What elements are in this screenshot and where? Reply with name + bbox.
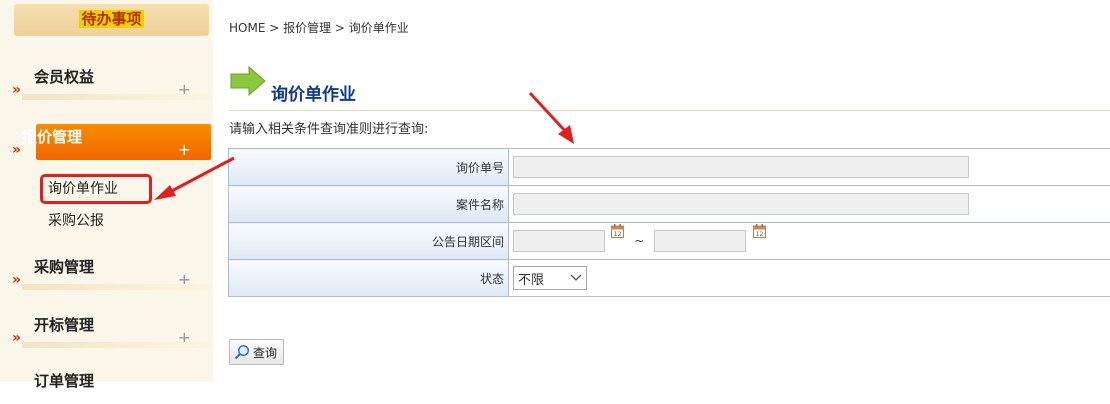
menu-title: 报价管理 <box>22 126 82 147</box>
breadcrumb: HOME > 报价管理 > 询价单作业 <box>229 19 409 36</box>
todo-label: 待办事项 <box>79 10 143 28</box>
page-title: 询价单作业 <box>271 80 356 105</box>
todo-header[interactable]: 待办事项 <box>14 4 209 36</box>
search-hint: 请输入相关条件查询准则进行查询: <box>229 118 428 137</box>
main-content: HOME > 报价管理 > 询价单作业 询价单作业 请输入相关条件查询准则进行查… <box>213 0 1110 382</box>
form-row: 案件名称 <box>229 186 1110 223</box>
label-announcement-date-range: 公告日期区间 <box>229 223 509 260</box>
inquiry-number-input[interactable] <box>513 156 969 178</box>
menu-title: 采购管理 <box>34 256 94 277</box>
calendar-icon[interactable]: 12 <box>753 224 766 238</box>
menu-procurement-management[interactable]: » 采购管理 + <box>12 254 211 290</box>
search-form: 询价单号 案件名称 公告日期区间 12 ~ <box>228 148 1110 297</box>
chevron-down-icon <box>570 274 582 282</box>
menu-divider <box>22 342 211 348</box>
expand-plus-icon[interactable]: + <box>178 140 191 159</box>
case-name-input[interactable] <box>513 193 969 215</box>
calendar-icon[interactable]: 12 <box>611 224 624 238</box>
label-inquiry-number: 询价单号 <box>229 149 509 186</box>
svg-text:12: 12 <box>755 231 763 238</box>
menu-title: 订单管理 <box>34 370 94 391</box>
range-separator: ~ <box>634 234 644 248</box>
magnifier-icon <box>234 344 250 360</box>
sidebar: 待办事项 » 会员权益 + » 报价管理 + 询价单作业 采购公报 » 采购管理… <box>0 0 213 382</box>
end-date-input[interactable] <box>654 230 746 252</box>
menu-title: 开标管理 <box>34 314 94 335</box>
double-chevron-icon: » <box>12 272 19 288</box>
double-chevron-icon: » <box>12 142 19 158</box>
status-selected-value: 不限 <box>518 269 544 288</box>
menu-divider <box>22 94 211 100</box>
green-arrow-icon <box>229 66 269 96</box>
menu-divider <box>22 284 211 290</box>
label-status: 状态 <box>229 260 509 297</box>
label-case-name: 案件名称 <box>229 186 509 223</box>
form-row: 公告日期区间 12 ~ 12 <box>229 223 1110 260</box>
start-date-input[interactable] <box>513 230 605 252</box>
svg-text:12: 12 <box>614 231 622 238</box>
subitem-procurement-bulletin[interactable]: 采购公报 <box>48 210 104 230</box>
menu-member-rights[interactable]: » 会员权益 + <box>12 64 211 100</box>
status-select[interactable]: 不限 <box>513 266 587 290</box>
query-button[interactable]: 查询 <box>229 339 284 365</box>
menu-quote-management[interactable]: » 报价管理 + <box>36 124 211 160</box>
menu-order-management[interactable]: 订单管理 <box>12 368 211 404</box>
form-row: 状态 不限 <box>229 260 1110 297</box>
form-row: 询价单号 <box>229 149 1110 186</box>
menu-bid-opening[interactable]: » 开标管理 + <box>12 312 211 348</box>
menu-title: 会员权益 <box>34 66 94 87</box>
title-area: 询价单作业 <box>229 66 1110 111</box>
query-button-label: 查询 <box>253 344 277 361</box>
double-chevron-icon: » <box>12 82 19 98</box>
annotation-highlight-box <box>40 174 152 204</box>
double-chevron-icon: » <box>12 330 19 346</box>
